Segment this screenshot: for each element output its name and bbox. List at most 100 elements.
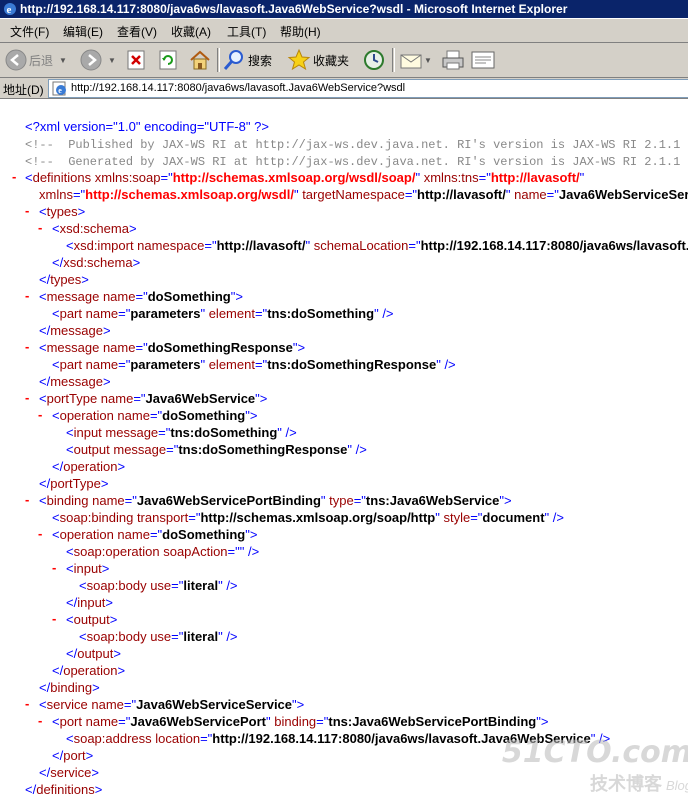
collapse-toggle[interactable]: - [38, 220, 42, 235]
favorites-label: 收藏夹 [313, 53, 350, 68]
xml-comment: <!-- Published by JAX-WS RI at http://ja… [25, 138, 688, 152]
collapse-toggle[interactable]: - [38, 526, 42, 541]
forward-arrow-icon [80, 49, 102, 71]
collapse-toggle[interactable]: - [12, 169, 16, 184]
xml-close-message: </message> [39, 374, 111, 389]
menu-file[interactable]: 文件(F) [10, 23, 49, 40]
collapse-toggle[interactable]: - [52, 611, 56, 626]
back-dropdown-icon[interactable]: ▼ [59, 56, 67, 65]
mail-icon [400, 54, 422, 69]
xml-node-output: <output message="tns:doSomethingResponse… [66, 442, 367, 457]
collapse-toggle[interactable]: - [25, 339, 29, 354]
star-icon [287, 48, 311, 71]
xml-close-service: </service> [39, 765, 99, 780]
xml-node-message: <message name="doSomethingResponse"> [39, 340, 306, 355]
xml-node-soap-operation: <soap:operation soapAction="" /> [66, 544, 260, 559]
watermark-sub: 技术博客 [589, 774, 662, 794]
xml-close-definitions: </definitions> [25, 782, 103, 797]
menu-favorites[interactable]: 收藏(A) [171, 23, 211, 40]
edit-page-icon [471, 51, 495, 69]
xml-close-operation: </operation> [52, 459, 126, 474]
stop-button[interactable] [126, 47, 146, 73]
xml-node-xsd-import: <xsd:import namespace="http://lavasoft/"… [66, 238, 688, 253]
xml-node-input: <input> [66, 561, 110, 576]
address-url: http://192.168.14.117:8080/java6ws/lavas… [71, 82, 406, 94]
page-icon: e [52, 81, 66, 96]
toolbar-separator [217, 48, 220, 72]
xml-close-port: </port> [52, 748, 94, 763]
search-label: 搜索 [248, 53, 273, 68]
xml-node-xsd-schema: <xsd:schema> [52, 221, 137, 236]
history-icon [364, 50, 384, 70]
xml-node-output: <output> [66, 612, 118, 627]
xml-node-porttype: <portType name="Java6WebService"> [39, 391, 268, 406]
window-titlebar: e http://192.168.14.117:8080/java6ws/lav… [0, 0, 688, 18]
printer-icon [442, 50, 464, 70]
menu-edit[interactable]: 编辑(E) [63, 23, 103, 40]
watermark-site: 51CTO.com [501, 735, 688, 770]
xml-close-types: </types> [39, 272, 89, 287]
mail-dropdown-icon[interactable]: ▼ [424, 56, 432, 65]
collapse-toggle[interactable]: - [25, 390, 29, 405]
collapse-toggle[interactable]: - [25, 696, 29, 711]
print-button[interactable] [440, 47, 466, 73]
back-button[interactable]: 后退 ▼ [5, 47, 67, 73]
home-icon [190, 50, 210, 70]
window-title: http://192.168.14.117:8080/java6ws/lavas… [20, 2, 568, 16]
xml-close-message: </message> [39, 323, 111, 338]
xml-node-service: <service name="Java6WebServiceService"> [39, 697, 305, 712]
menu-bar: 文件(F) 编辑(E) 查看(V) 收藏(A) 工具(T) 帮助(H) [0, 19, 688, 43]
refresh-icon [159, 50, 177, 70]
forward-button[interactable]: ▼ [80, 47, 116, 73]
toolbar: 后退 ▼ ▼ 搜索 收藏夹 ▼ [0, 43, 688, 78]
toolbar-separator [392, 48, 395, 72]
forward-dropdown-icon[interactable]: ▼ [108, 56, 116, 65]
xml-node-binding: <binding name="Java6WebServicePortBindin… [39, 493, 512, 508]
xml-close-operation: </operation> [52, 663, 126, 678]
back-label: 后退 [29, 53, 54, 68]
search-button[interactable]: 搜索 [222, 47, 272, 73]
xml-comment: <!-- Generated by JAX-WS RI at http://ja… [25, 155, 688, 169]
xml-node-part: <part name="parameters" element="tns:doS… [52, 306, 394, 321]
xml-close-binding: </binding> [39, 680, 100, 695]
xml-node-input: <input message="tns:doSomething" /> [66, 425, 297, 440]
xml-close-output: </output> [66, 646, 121, 661]
collapse-toggle[interactable]: - [38, 713, 42, 728]
collapse-toggle[interactable]: - [52, 560, 56, 575]
back-arrow-icon [5, 49, 27, 71]
home-button[interactable] [188, 47, 212, 73]
address-input[interactable]: e http://192.168.14.117:8080/java6ws/lav… [48, 79, 688, 98]
history-button[interactable] [362, 47, 386, 73]
xml-node-operation: <operation name="doSomething"> [52, 408, 258, 423]
search-icon [223, 50, 243, 70]
edit-button[interactable] [470, 47, 496, 73]
menu-tools[interactable]: 工具(T) [227, 23, 266, 40]
xml-node-types: <types> [39, 204, 86, 219]
xml-close-input: </input> [66, 595, 114, 610]
menu-help[interactable]: 帮助(H) [280, 23, 321, 40]
xml-node-definitions: <definitions xmlns:soap="http://schemas.… [25, 170, 585, 185]
xml-node-soap-body: <soap:body use="literal" /> [79, 578, 238, 593]
address-bar: 地址(D) e http://192.168.14.117:8080/java6… [0, 78, 688, 99]
collapse-toggle[interactable]: - [38, 407, 42, 422]
address-label: 地址(D) [3, 83, 44, 97]
xml-node-soap-body: <soap:body use="literal" /> [79, 629, 238, 644]
watermark-logo: 51CTO.com 技术博客Blog [502, 735, 688, 796]
xml-node-definitions-attrs: xmlns="http://schemas.xmlsoap.org/wsdl/"… [39, 187, 688, 202]
refresh-button[interactable] [158, 47, 178, 73]
collapse-toggle[interactable]: - [25, 492, 29, 507]
favorites-button[interactable]: 收藏夹 [287, 47, 349, 73]
svg-text:e: e [58, 86, 62, 95]
collapse-toggle[interactable]: - [25, 288, 29, 303]
xml-node-operation: <operation name="doSomething"> [52, 527, 258, 542]
xml-node-soap-binding: <soap:binding transport="http://schemas.… [52, 510, 564, 525]
xml-close-porttype: </portType> [39, 476, 109, 491]
collapse-toggle[interactable]: - [25, 203, 29, 218]
menu-view[interactable]: 查看(V) [117, 23, 157, 40]
watermark-blog: Blog [665, 778, 688, 793]
xml-document-view: <?xml version="1.0" encoding="UTF-8" ?> … [0, 99, 688, 806]
xml-close-xsd-schema: </xsd:schema> [52, 255, 141, 270]
xml-node-port: <port name="Java6WebServicePort" binding… [52, 714, 549, 729]
mail-button[interactable]: ▼ [398, 47, 432, 73]
xml-node-message: <message name="doSomething"> [39, 289, 243, 304]
